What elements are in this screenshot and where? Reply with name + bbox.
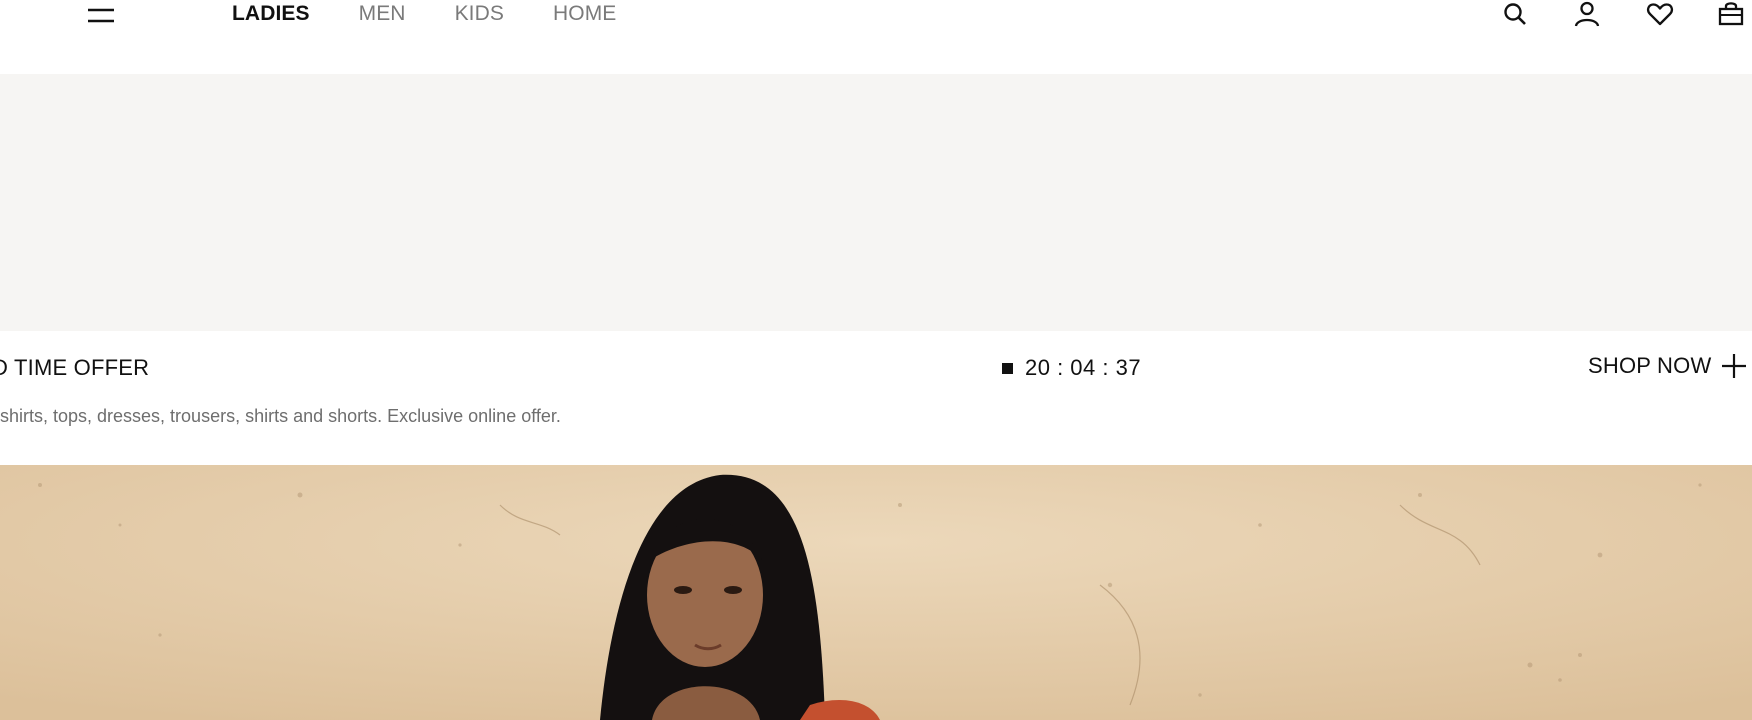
offer-description: -shirts, tops, dresses, trousers, shirts… xyxy=(0,406,561,426)
main-nav: LADIES MEN KIDS HOME xyxy=(232,0,665,27)
offer-title: D TIME OFFER xyxy=(0,355,150,380)
stop-icon xyxy=(1002,362,1013,374)
top-navigation-bar: LADIES MEN KIDS HOME xyxy=(0,0,1752,74)
hamburger-menu-icon[interactable] xyxy=(86,2,116,28)
nav-home[interactable]: HOME xyxy=(553,0,616,27)
nav-men[interactable]: MEN xyxy=(359,0,406,27)
nav-ladies[interactable]: LADIES xyxy=(232,0,310,27)
plus-icon xyxy=(1722,354,1747,378)
account-icon[interactable] xyxy=(1572,0,1602,28)
shop-now-label: SHOP NOW xyxy=(1588,353,1712,378)
shop-now-button[interactable]: SHOP NOW xyxy=(1588,353,1747,379)
banner-placeholder xyxy=(0,74,1752,331)
hero-campaign-image[interactable] xyxy=(0,465,1752,720)
nav-kids[interactable]: KIDS xyxy=(455,0,504,27)
search-icon[interactable] xyxy=(1500,0,1530,28)
bag-icon[interactable] xyxy=(1716,0,1746,28)
countdown-timer: 20 : 04 : 37 xyxy=(1002,355,1141,381)
countdown-value: 20 : 04 : 37 xyxy=(1025,355,1142,380)
limited-offer-banner: D TIME OFFER 20 : 04 : 37 SHOP NOW -shir… xyxy=(0,331,1752,465)
heart-icon[interactable] xyxy=(1645,0,1675,28)
